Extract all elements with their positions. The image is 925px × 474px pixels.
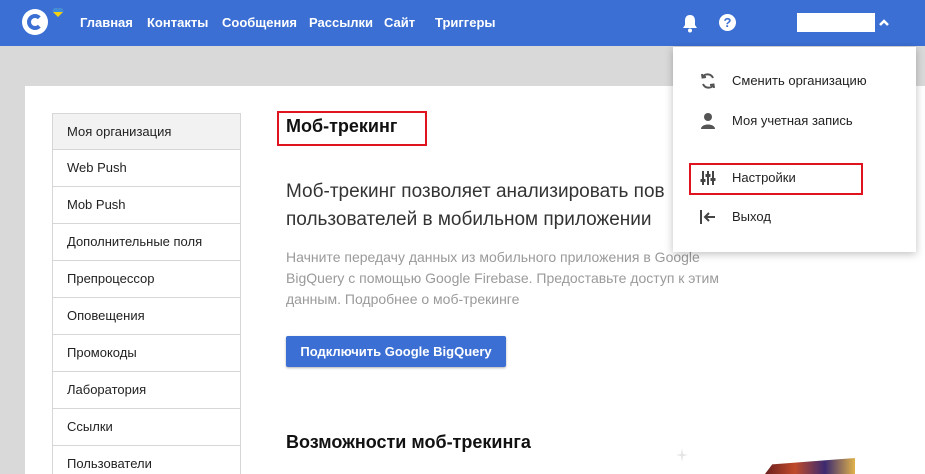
logout-icon	[700, 210, 715, 224]
nav-messages[interactable]: Сообщения	[222, 15, 297, 30]
lead-text: Моб-трекинг позволяет анализировать пов …	[286, 181, 665, 230]
heart-icon	[52, 8, 64, 17]
menu-item-label: Выход	[732, 209, 771, 224]
section-title: Возможности моб-трекинга	[286, 432, 531, 452]
chevron-up-icon[interactable]	[878, 17, 890, 27]
sidebar-item-links[interactable]: Ссылки	[52, 409, 241, 446]
user-account-box[interactable]	[797, 13, 875, 32]
menu-item-logout[interactable]: Выход	[673, 205, 916, 229]
menu-item-my-account[interactable]: Моя учетная запись	[673, 109, 916, 133]
menu-item-label: Сменить организацию	[732, 73, 867, 88]
settings-highlight-box	[689, 163, 863, 195]
sidebar-item-mob-push[interactable]: Mob Push	[52, 187, 241, 224]
description-text: Начните передачу данных из мобильного пр…	[286, 249, 719, 307]
sidebar-item-laboratory[interactable]: Лаборатория	[52, 372, 241, 409]
sidebar-item-promocodes[interactable]: Промокоды	[52, 335, 241, 372]
sidebar-item-users[interactable]: Пользователи	[52, 446, 241, 474]
top-navbar: Главная Контакты Сообщения Рассылки Сайт…	[0, 0, 925, 46]
nav-mailings[interactable]: Рассылки	[309, 15, 373, 30]
logo[interactable]	[22, 9, 48, 35]
sidebar-item-preprocessor[interactable]: Препроцессор	[52, 261, 241, 298]
sidebar-item-web-push[interactable]: Web Push	[52, 150, 241, 187]
menu-item-switch-organization[interactable]: Сменить организацию	[673, 69, 916, 93]
help-icon[interactable]: ?	[719, 14, 736, 31]
nav-site[interactable]: Сайт	[384, 15, 415, 30]
sidebar-item-notifications[interactable]: Оповещения	[52, 298, 241, 335]
logo-mark	[27, 14, 43, 30]
settings-sidebar: Моя организация Web Push Mob Push Дополн…	[52, 113, 241, 474]
sidebar-item-my-organization[interactable]: Моя организация	[52, 113, 241, 150]
nav-triggers[interactable]: Триггеры	[435, 15, 495, 30]
title-highlight-box	[277, 111, 427, 146]
connect-bigquery-button[interactable]: Подключить Google BigQuery	[286, 336, 506, 367]
menu-item-label: Моя учетная запись	[732, 113, 853, 128]
sparkle-icon	[676, 448, 688, 462]
account-dropdown-menu: Сменить организацию Моя учетная запись Н…	[673, 47, 916, 252]
nav-home[interactable]: Главная	[80, 15, 133, 30]
person-icon	[701, 113, 715, 129]
nav-contacts[interactable]: Контакты	[147, 15, 208, 30]
sync-icon	[701, 73, 715, 89]
sidebar-item-extra-fields[interactable]: Дополнительные поля	[52, 224, 241, 261]
bell-icon[interactable]	[681, 13, 699, 33]
